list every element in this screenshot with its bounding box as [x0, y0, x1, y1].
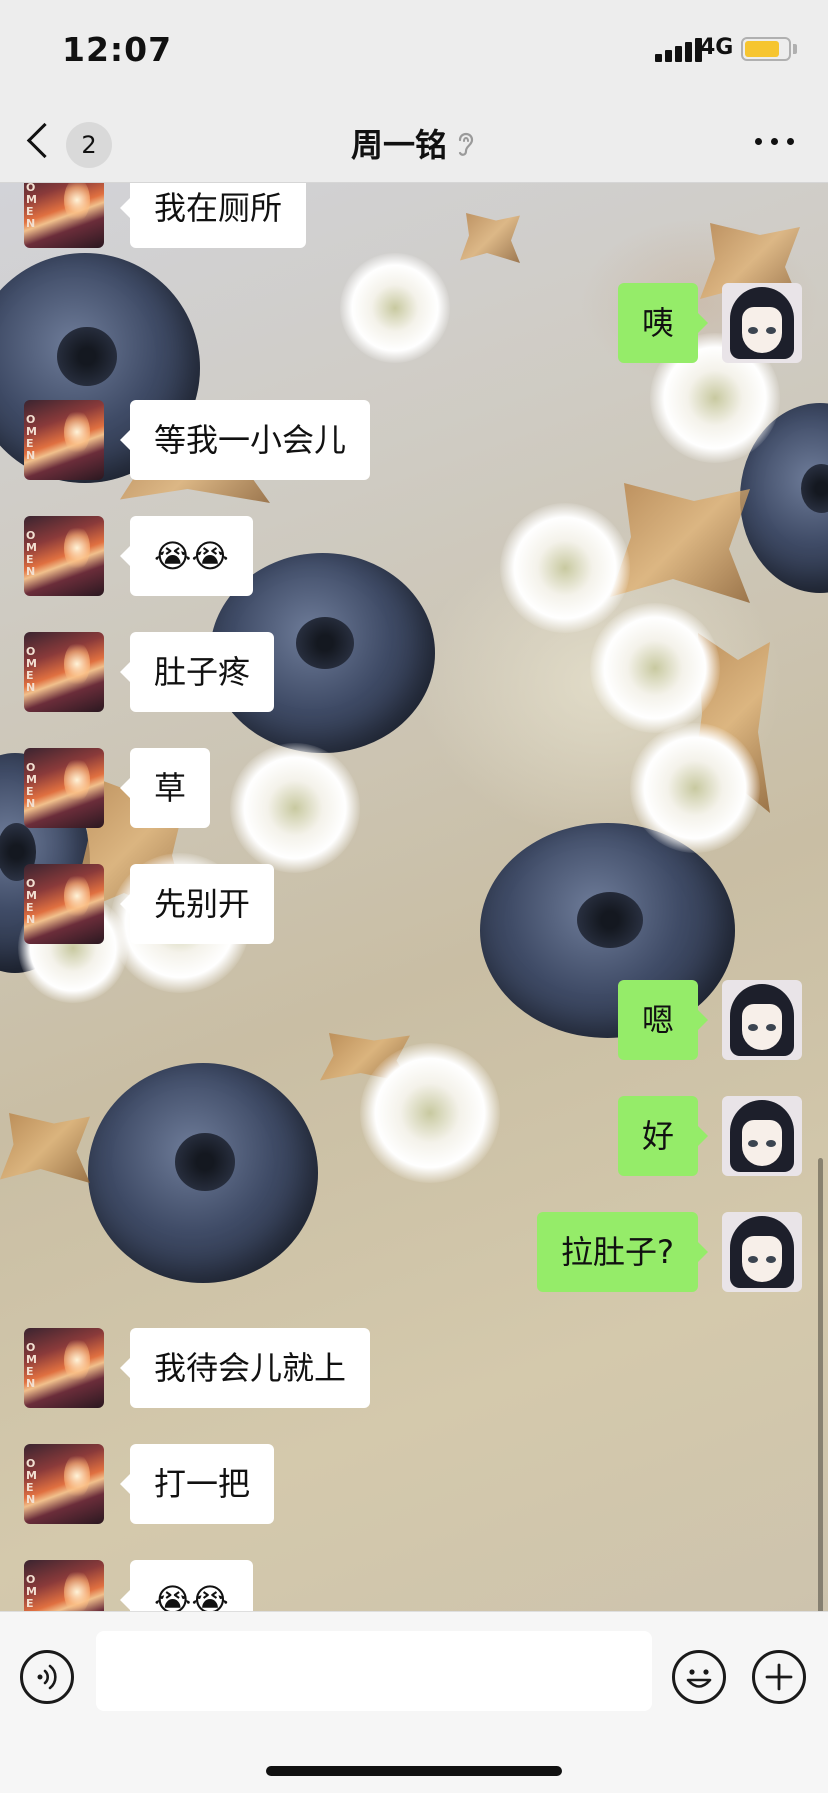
home-indicator[interactable] [266, 1766, 562, 1776]
emoji-button[interactable] [672, 1650, 726, 1704]
my-avatar[interactable] [722, 1096, 802, 1176]
contact-avatar[interactable]: OMEN [24, 1560, 104, 1611]
message-list[interactable]: OMEN 我在厕所 咦 OMEN 等我一小会儿 OMEN 😭😭 OMEN 肚子疼… [0, 183, 828, 1611]
message-bubble[interactable]: 先别开 [119, 864, 275, 944]
voice-icon [37, 1664, 57, 1690]
add-button[interactable] [752, 1650, 806, 1704]
battery-cap [793, 44, 797, 54]
contact-name: 周一铭 [350, 126, 447, 164]
message-input[interactable] [96, 1631, 652, 1711]
chat-header: 2 周一铭 [0, 100, 828, 183]
contact-avatar[interactable]: OMEN [24, 516, 104, 596]
voice-button[interactable] [20, 1650, 74, 1704]
my-avatar[interactable] [722, 1212, 802, 1292]
message-bubble[interactable]: 肚子疼 [119, 632, 275, 712]
message-bubble[interactable]: 等我一小会儿 [119, 400, 371, 480]
back-button[interactable]: 2 [20, 108, 120, 172]
message-bubble[interactable]: 拉肚子? [537, 1212, 708, 1292]
message-bubble[interactable]: 好 [617, 1096, 709, 1176]
contact-avatar[interactable]: OMEN [24, 183, 104, 248]
unread-count-badge: 2 [66, 122, 112, 168]
network-type: 4G [700, 35, 734, 60]
message-bubble[interactable]: 我待会儿就上 [119, 1328, 371, 1408]
ear-icon [458, 132, 474, 156]
input-bar [0, 1611, 828, 1793]
message-bubble[interactable]: 嗯 [617, 980, 709, 1060]
message-bubble[interactable]: 😭😭 [120, 516, 253, 596]
my-avatar[interactable] [722, 980, 802, 1060]
scrollbar[interactable] [818, 1158, 823, 1611]
message-bubble[interactable]: 我在厕所 [119, 183, 307, 248]
message-bubble[interactable]: 😭😭 [120, 1560, 253, 1611]
battery-icon [741, 37, 791, 61]
contact-avatar[interactable]: OMEN [24, 1444, 104, 1524]
contact-avatar[interactable]: OMEN [24, 1328, 104, 1408]
signal-strength-icon [655, 38, 705, 62]
chat-title-container: 周一铭 [0, 120, 828, 166]
contact-avatar[interactable]: OMEN [24, 632, 104, 712]
emoji-icon [686, 1669, 712, 1688]
status-bar: 12:07 4G [0, 0, 828, 100]
message-bubble[interactable]: 咦 [617, 283, 709, 363]
chevron-left-icon [26, 122, 63, 159]
chat-title[interactable]: 周一铭 [351, 120, 477, 166]
message-bubble[interactable]: 草 [119, 748, 211, 828]
message-bubble[interactable]: 打一把 [119, 1444, 275, 1524]
contact-avatar[interactable]: OMEN [24, 400, 104, 480]
plus-icon [765, 1663, 793, 1691]
contact-avatar[interactable]: OMEN [24, 864, 104, 944]
contact-avatar[interactable]: OMEN [24, 748, 104, 828]
status-time: 12:07 [62, 30, 173, 69]
my-avatar[interactable] [722, 283, 802, 363]
more-options-button[interactable] [745, 120, 805, 160]
